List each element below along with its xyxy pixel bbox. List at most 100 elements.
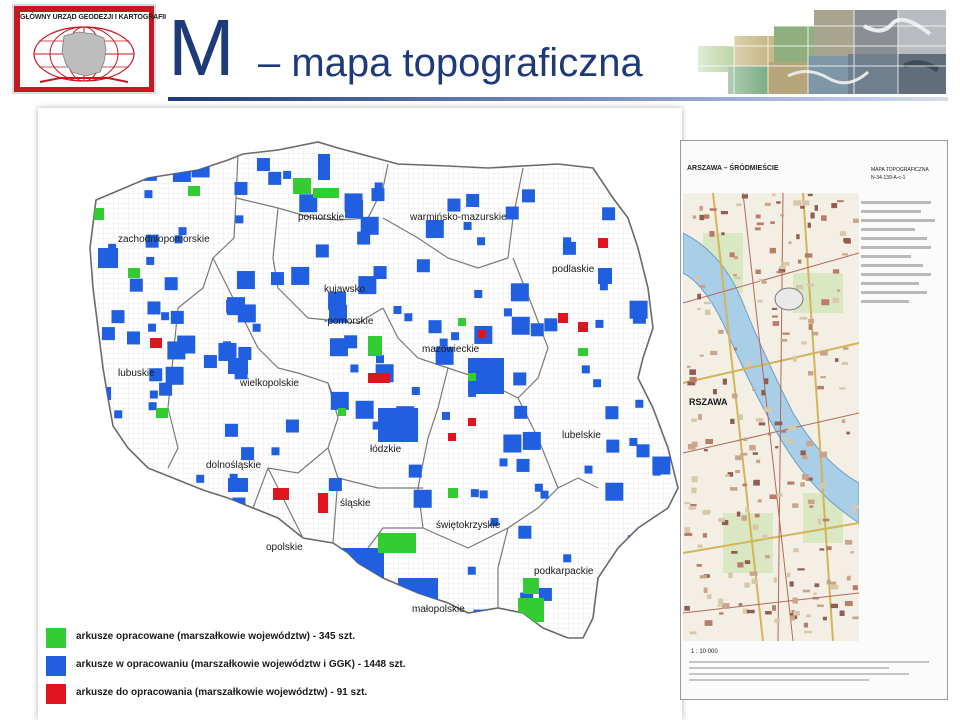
map-sheet-square xyxy=(474,289,483,298)
map-sheet-square xyxy=(188,186,200,196)
map-sheet-square xyxy=(371,188,385,202)
map-sheet-square xyxy=(148,402,157,411)
map-sheet-square xyxy=(232,497,246,511)
map-building-block xyxy=(703,587,708,593)
map-sheet-square xyxy=(468,373,476,381)
region-label-opolskie: opolskie xyxy=(266,542,303,553)
map-building-block xyxy=(706,594,712,600)
map-building-block xyxy=(756,222,764,226)
map-building-block xyxy=(834,358,839,362)
map-sheet-square xyxy=(102,513,116,527)
map-building-block xyxy=(734,276,741,279)
map-building-block xyxy=(774,421,783,426)
map-sheet-square xyxy=(236,271,255,290)
map-sheet-square xyxy=(393,305,402,314)
sheet-footer xyxy=(689,661,939,685)
map-building-block xyxy=(800,205,805,209)
map-building-block xyxy=(702,533,707,538)
map-building-block xyxy=(756,459,761,464)
map-building-block xyxy=(839,387,846,390)
map-building-block xyxy=(749,445,756,451)
map-building-block xyxy=(822,518,830,522)
map-sheet-square xyxy=(146,256,155,265)
map-sheet-square xyxy=(256,158,270,172)
map-building-block xyxy=(831,203,838,209)
map-sheet-square xyxy=(514,405,528,419)
map-sheet-square xyxy=(101,327,115,341)
region-label-lodzkie: łódzkie xyxy=(370,444,402,455)
region-label-pomorskie-2: -pomorskie xyxy=(324,316,374,327)
warsaw-topographic-map-image: RSZAWA xyxy=(683,193,859,641)
map-sheet-square xyxy=(378,408,418,442)
map-sheet-square xyxy=(598,268,612,284)
map-building-block xyxy=(738,414,743,420)
map-building-block xyxy=(817,385,824,390)
map-building-block xyxy=(690,503,697,507)
map-sheet-square xyxy=(578,348,588,356)
map-sheet-square xyxy=(368,373,390,383)
map-building-block xyxy=(745,507,749,513)
map-building-block xyxy=(846,575,851,581)
logo-text: GŁÓWNY URZĄD GEODEZJI I KARTOGRAFII xyxy=(20,14,166,21)
map-building-block xyxy=(809,505,814,508)
map-building-block xyxy=(737,562,744,568)
map-building-block xyxy=(741,515,747,521)
map-sheet-square xyxy=(338,408,346,416)
map-building-block xyxy=(752,452,758,455)
map-building-block xyxy=(796,284,804,290)
map-sheet-square xyxy=(223,341,232,350)
map-sheet-square xyxy=(510,283,529,302)
map-sheet-square xyxy=(315,244,329,258)
map-sheet-square xyxy=(640,577,649,586)
map-building-block xyxy=(841,361,848,365)
map-building-block xyxy=(819,548,825,551)
map-building-block xyxy=(787,481,795,485)
map-building-block xyxy=(780,214,785,217)
map-sheet-square xyxy=(503,434,522,453)
legend-label: arkusze w opracowaniu (marszałkowie woje… xyxy=(76,659,406,670)
region-label-pomorskie: pomorskie xyxy=(298,212,345,223)
map-building-block xyxy=(800,450,806,456)
map-building-block xyxy=(781,438,789,441)
map-building-block xyxy=(728,572,733,579)
map-sheet-square xyxy=(477,237,486,246)
page-title: – mapa topograficzna xyxy=(258,41,643,85)
legend-label: arkusze do opracowania (marszałkowie woj… xyxy=(76,687,368,698)
region-label-swietokrzyskie: świętokrzyskie xyxy=(436,520,501,531)
map-building-block xyxy=(704,620,713,626)
map-building-block xyxy=(684,532,693,537)
map-sheet-square xyxy=(293,178,311,194)
map-sheet-square xyxy=(226,299,240,313)
map-sheet-square xyxy=(521,189,535,203)
map-sheet-square xyxy=(478,330,486,338)
map-building-block xyxy=(819,350,828,356)
map-building-block xyxy=(686,365,691,368)
map-sheet-square xyxy=(638,533,657,552)
map-building-block xyxy=(722,378,727,385)
map-building-block xyxy=(698,414,702,421)
map-sheet-square xyxy=(408,464,422,478)
region-label-podlaskie: podlaskie xyxy=(552,264,595,275)
map-sheet-square xyxy=(98,386,112,400)
map-building-block xyxy=(709,208,717,211)
map-building-block xyxy=(776,201,781,204)
map-building-block xyxy=(789,615,795,621)
map-building-block xyxy=(733,347,738,351)
map-building-block xyxy=(801,200,810,206)
map-building-block xyxy=(762,534,767,539)
map-building-block xyxy=(772,315,778,318)
map-sheet-square xyxy=(523,578,539,594)
map-building-block xyxy=(731,550,738,554)
map-building-block xyxy=(839,610,845,616)
map-sheet-square xyxy=(655,556,674,575)
map-building-block xyxy=(813,592,817,595)
map-sheet-square xyxy=(518,598,544,622)
map-building-block xyxy=(729,487,738,491)
map-sheet-square xyxy=(652,467,661,476)
map-building-block xyxy=(761,280,767,284)
map-building-block xyxy=(806,614,812,618)
map-building-block xyxy=(704,214,710,219)
sheet-legend xyxy=(861,201,941,309)
map-sheet-square xyxy=(148,323,157,332)
map-sheet-square xyxy=(598,238,608,248)
